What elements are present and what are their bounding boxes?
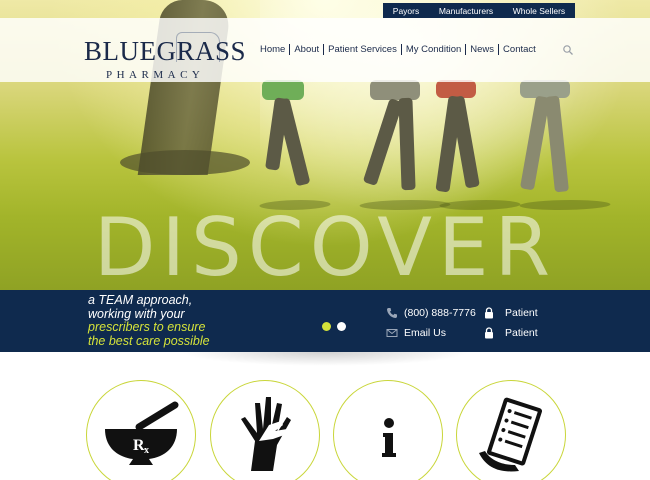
patient-portal-link[interactable]: Patient — [484, 327, 538, 339]
logo-wordmark: BLUEGRASS — [84, 36, 247, 66]
hero-headline: DISCOVER — [93, 201, 557, 290]
lock-icon — [485, 307, 493, 319]
helping-hands-icon — [241, 397, 291, 471]
info-icon — [382, 418, 396, 457]
utility-bar: Payors Manufacturers Whole Sellers — [383, 3, 575, 18]
envelope-icon — [386, 329, 398, 337]
phone-link[interactable]: (800) 888-7776 — [386, 307, 476, 319]
nav-item-news[interactable]: News — [465, 44, 498, 55]
svg-text:x: x — [144, 445, 149, 456]
portal-label: Patient — [505, 327, 538, 339]
lock-icon — [485, 327, 493, 339]
prescription-list-icon — [479, 397, 543, 472]
tagline-highlight: prescribers to ensure — [88, 320, 206, 334]
portal-label: Patient — [505, 307, 538, 319]
tagline: a TEAM approach, working with your presc… — [88, 293, 210, 348]
mortar-pestle-rx-icon: R x — [105, 401, 179, 465]
nav-item-my-condition[interactable]: My Condition — [400, 44, 465, 55]
phone-number: (800) 888-7776 — [404, 307, 476, 319]
site-logo[interactable]: BLUEGRASS PHARMACY — [84, 32, 254, 93]
email-label: Email Us — [404, 327, 447, 339]
email-link[interactable]: Email Us — [386, 327, 446, 339]
phone-icon — [387, 308, 397, 318]
hero-tree-roots — [120, 150, 250, 175]
util-link-whole-sellers[interactable]: Whole Sellers — [513, 6, 565, 16]
tagline-highlight: the best care possible — [88, 333, 210, 348]
util-link-payors[interactable]: Payors — [393, 6, 419, 16]
nav-item-patient-services[interactable]: Patient Services — [323, 44, 401, 55]
feature-pharmacy[interactable]: R x — [86, 380, 196, 480]
search-icon[interactable] — [562, 44, 574, 56]
nav-item-about[interactable]: About — [289, 44, 323, 55]
tagline-line: working with your — [88, 306, 185, 321]
nav-item-home[interactable]: Home — [256, 44, 289, 55]
feature-prescriptions[interactable] — [456, 380, 566, 480]
logo-subtitle: PHARMACY — [106, 69, 205, 81]
main-nav: Home About Patient Services My Condition… — [256, 44, 540, 55]
tagline-line: a TEAM approach, — [88, 293, 193, 307]
patient-portal-link[interactable]: Patient — [484, 307, 538, 319]
feature-info[interactable] — [333, 380, 443, 480]
slider-dot[interactable] — [337, 322, 346, 331]
band-shadow — [180, 352, 470, 366]
info-band: a TEAM approach, working with your presc… — [0, 290, 650, 352]
feature-care[interactable] — [210, 380, 320, 480]
util-link-manufacturers[interactable]: Manufacturers — [439, 6, 493, 16]
nav-item-contact[interactable]: Contact — [498, 44, 540, 55]
slider-dot-active[interactable] — [322, 322, 331, 331]
slider-dots — [322, 322, 346, 331]
